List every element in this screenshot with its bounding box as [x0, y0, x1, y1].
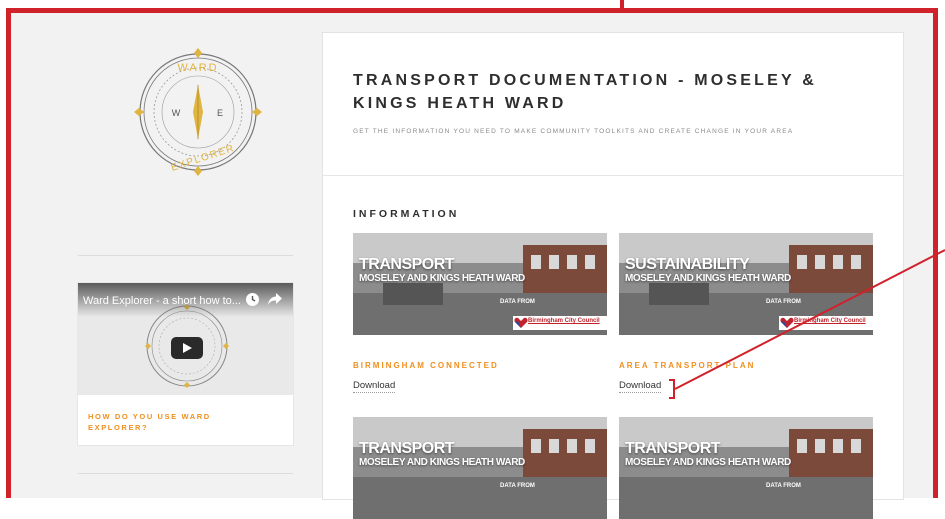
annotation-pointer-line: [674, 249, 945, 390]
